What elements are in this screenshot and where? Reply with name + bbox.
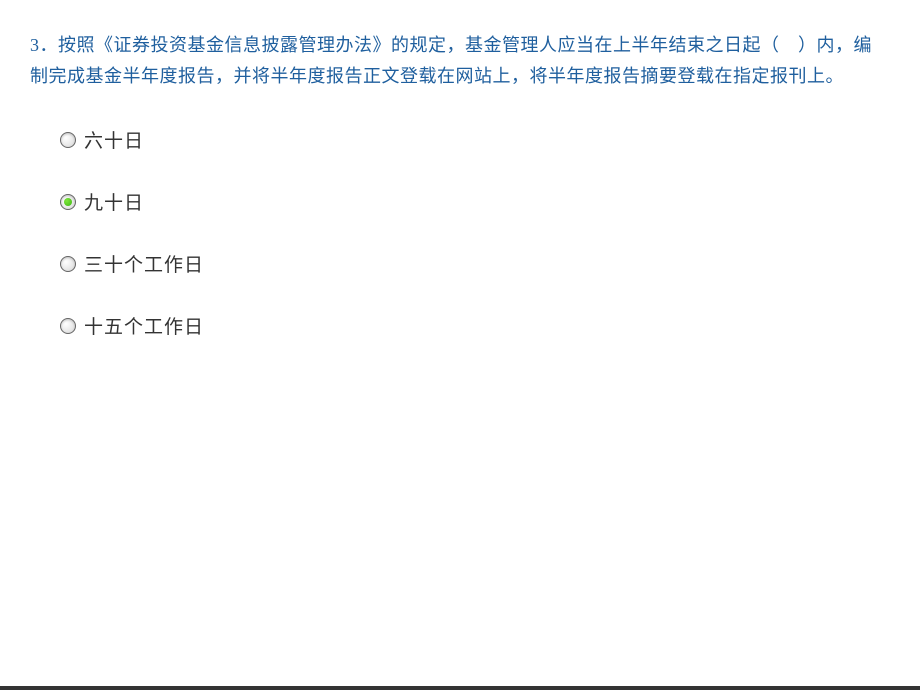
option-label: 六十日 [84, 126, 144, 153]
radio-icon[interactable] [60, 132, 76, 148]
options-container: 六十日 九十日 三十个工作日 十五个工作日 [30, 126, 890, 339]
radio-icon[interactable] [60, 318, 76, 334]
option-item-0[interactable]: 六十日 [60, 126, 890, 153]
question-text: 3．按照《证券投资基金信息披露管理办法》的规定，基金管理人应当在上半年结束之日起… [30, 30, 890, 91]
divider [0, 686, 920, 690]
question-body: 按照《证券投资基金信息披露管理办法》的规定，基金管理人应当在上半年结束之日起（ … [30, 35, 872, 86]
option-item-2[interactable]: 三十个工作日 [60, 250, 890, 277]
option-item-3[interactable]: 十五个工作日 [60, 312, 890, 339]
question-number: 3． [30, 35, 58, 55]
radio-icon[interactable] [60, 256, 76, 272]
option-item-1[interactable]: 九十日 [60, 188, 890, 215]
option-label: 九十日 [84, 188, 144, 215]
radio-icon[interactable] [60, 194, 76, 210]
option-label: 十五个工作日 [84, 312, 204, 339]
option-label: 三十个工作日 [84, 250, 204, 277]
